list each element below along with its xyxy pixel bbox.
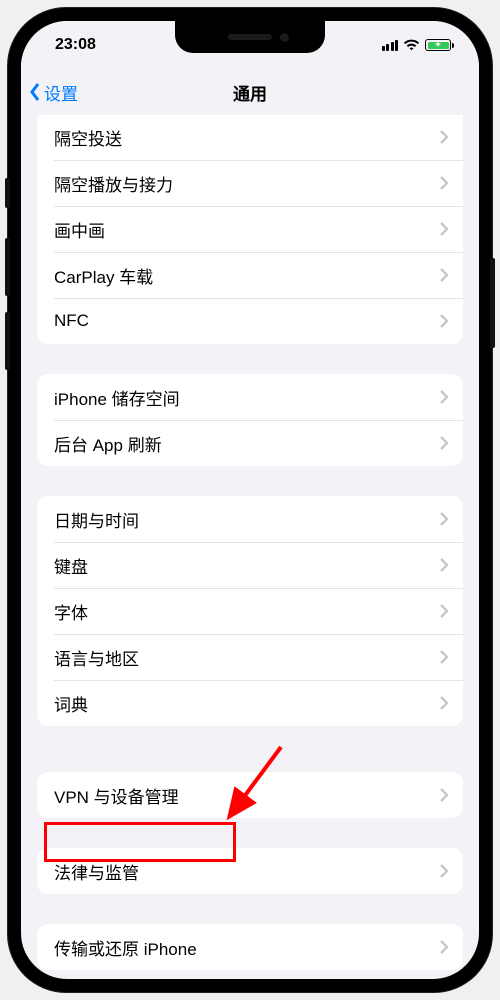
chevron-left-icon [29,82,41,102]
chevron-right-icon [440,558,448,572]
nav-title: 通用 [233,80,267,105]
chevron-right-icon [440,268,448,282]
status-time: 23:08 [55,36,96,54]
row-label: 语言与地区 [54,645,139,670]
row-transfer-reset[interactable]: 传输或还原 iPhone [37,924,463,970]
volume-down-button [5,312,10,370]
wifi-icon [403,39,420,51]
phone-frame: 23:08 ✦ 设置 通用 隔空投送 [8,8,492,992]
row-storage[interactable]: iPhone 储存空间 [37,374,463,420]
screen: 23:08 ✦ 设置 通用 隔空投送 [21,21,479,979]
row-label: 传输或还原 iPhone [54,935,197,960]
charging-bolt-icon: ✦ [435,41,442,49]
row-airplay-handoff[interactable]: 隔空播放与接力 [37,160,463,206]
back-label: 设置 [44,80,78,105]
volume-up-button [5,238,10,296]
settings-group: 传输或还原 iPhone [37,924,463,970]
battery-icon: ✦ [425,39,451,51]
chevron-right-icon [440,696,448,710]
row-nfc[interactable]: NFC [37,298,463,344]
row-pip[interactable]: 画中画 [37,206,463,252]
settings-group: VPN 与设备管理 [37,772,463,818]
chevron-right-icon [440,390,448,404]
row-fonts[interactable]: 字体 [37,588,463,634]
nav-bar: 设置 通用 [21,69,479,115]
notch [175,21,325,53]
chevron-right-icon [440,130,448,144]
row-carplay[interactable]: CarPlay 车载 [37,252,463,298]
cellular-signal-icon [382,40,399,51]
row-keyboard[interactable]: 键盘 [37,542,463,588]
power-button [490,258,495,348]
row-background-refresh[interactable]: 后台 App 刷新 [37,420,463,466]
chevron-right-icon [440,314,448,328]
row-label: VPN 与设备管理 [54,783,179,808]
row-label: NFC [54,311,89,331]
row-language-region[interactable]: 语言与地区 [37,634,463,680]
settings-group: iPhone 储存空间 后台 App 刷新 [37,374,463,466]
back-button[interactable]: 设置 [29,80,78,105]
content-scroll[interactable]: 隔空投送 隔空播放与接力 画中画 CarPlay 车载 NFC [21,115,479,979]
settings-group: 日期与时间 键盘 字体 语言与地区 词典 [37,496,463,726]
row-label: 隔空播放与接力 [54,171,173,196]
row-label: 日期与时间 [54,507,139,532]
chevron-right-icon [440,940,448,954]
row-label: 法律与监管 [54,859,139,884]
row-label: 词典 [54,691,88,716]
row-airdrop[interactable]: 隔空投送 [37,115,463,160]
row-label: 后台 App 刷新 [54,431,162,456]
row-vpn-device-management[interactable]: VPN 与设备管理 [37,772,463,818]
row-label: 隔空投送 [54,125,122,150]
chevron-right-icon [440,788,448,802]
row-date-time[interactable]: 日期与时间 [37,496,463,542]
row-label: 画中画 [54,217,105,242]
chevron-right-icon [440,512,448,526]
row-label: CarPlay 车载 [54,263,153,288]
row-label: 键盘 [54,553,88,578]
chevron-right-icon [440,222,448,236]
row-label: iPhone 储存空间 [54,385,180,410]
chevron-right-icon [440,650,448,664]
status-right: ✦ [382,39,452,51]
row-legal[interactable]: 法律与监管 [37,848,463,894]
row-label: 字体 [54,599,88,624]
chevron-right-icon [440,436,448,450]
chevron-right-icon [440,176,448,190]
row-dictionary[interactable]: 词典 [37,680,463,726]
chevron-right-icon [440,604,448,618]
settings-group: 隔空投送 隔空播放与接力 画中画 CarPlay 车载 NFC [37,115,463,344]
chevron-right-icon [440,864,448,878]
settings-group: 法律与监管 [37,848,463,894]
mute-switch [5,178,10,208]
